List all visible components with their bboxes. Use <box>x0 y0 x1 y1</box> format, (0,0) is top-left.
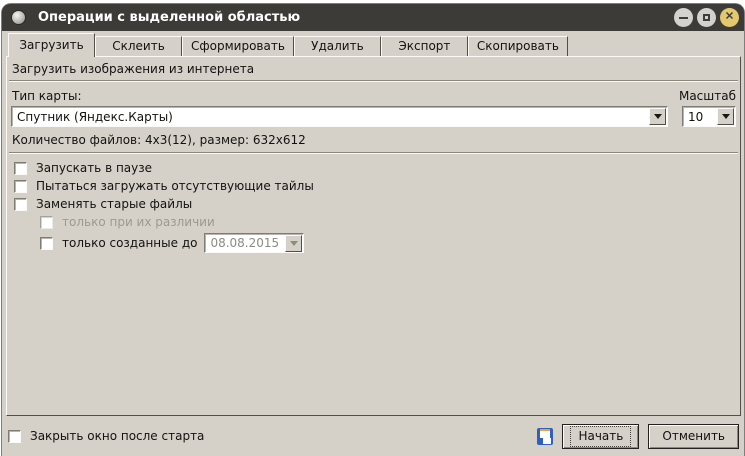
checkbox-only-created-before-label: только созданные до <box>62 236 197 250</box>
checkbox-start-paused-label: Запускать в паузе <box>36 161 152 175</box>
scale-label: Масштаб <box>679 89 736 103</box>
tab-delete[interactable]: Удалить <box>294 36 381 56</box>
start-button-label: Начать <box>570 426 631 447</box>
option-row: Запускать в паузе <box>14 161 738 175</box>
dialog-window: Операции с выделенной областью ✕ Загрузи… <box>2 4 744 456</box>
chevron-down-icon <box>654 114 662 119</box>
minimize-icon <box>679 17 688 19</box>
close-button[interactable]: ✕ <box>720 8 739 27</box>
tab-download[interactable]: Загрузить <box>8 33 95 57</box>
window-title: Операции с выделенной областью <box>38 10 674 25</box>
checkbox-only-created-before[interactable] <box>40 237 53 250</box>
option-row: Заменять старые файлы <box>14 197 738 211</box>
maximize-button[interactable] <box>697 8 716 27</box>
option-row: только при их различии <box>40 215 738 229</box>
checkbox-replace-old-files-label: Заменять старые файлы <box>36 197 192 211</box>
scale-dropdown-button[interactable] <box>717 108 734 125</box>
chevron-down-icon <box>722 114 730 119</box>
option-row: Пытаться загружать отсутствующие тайлы <box>14 179 738 193</box>
map-type-select[interactable]: Спутник (Яндекс.Карты) <box>11 106 668 127</box>
checkbox-start-paused[interactable] <box>14 162 27 175</box>
minimize-button[interactable] <box>674 8 693 27</box>
map-type-label: Тип карты: <box>12 89 82 103</box>
maximize-icon <box>703 14 710 21</box>
tab-export[interactable]: Экспорт <box>381 36 468 56</box>
checkbox-close-after-start-label: Закрыть окно после старта <box>30 429 204 443</box>
window-controls: ✕ <box>674 8 739 27</box>
cancel-button[interactable]: Отменить <box>648 424 739 449</box>
scale-value: 10 <box>683 110 716 124</box>
download-tab-page: Загрузить изображения из интернета Тип к… <box>6 56 741 416</box>
titlebar: Операции с выделенной областью ✕ <box>2 4 744 31</box>
footer-bar: Закрыть окно после старта Начать Отменит… <box>2 416 744 456</box>
options-list: Запускать в паузе Пытаться загружать отс… <box>9 161 738 253</box>
app-icon <box>12 11 25 24</box>
tab-copy[interactable]: Скопировать <box>468 36 568 56</box>
date-value: 08.08.2015 <box>205 236 284 250</box>
checkbox-download-missing-tiles[interactable] <box>14 180 27 193</box>
option-row: только созданные до 08.08.2015 <box>40 233 738 253</box>
separator <box>9 152 738 154</box>
start-button[interactable]: Начать <box>562 424 639 449</box>
section-header: Загрузить изображения из интернета <box>12 62 736 76</box>
tab-generate[interactable]: Сформировать <box>182 36 294 56</box>
tab-bar: Загрузить Склеить Сформировать Удалить Э… <box>2 31 744 56</box>
cancel-button-label: Отменить <box>651 426 736 447</box>
chevron-down-icon <box>290 241 298 246</box>
option-row: Закрыть окно после старта <box>8 429 204 443</box>
scale-select[interactable]: 10 <box>682 106 736 127</box>
map-type-value: Спутник (Яндекс.Карты) <box>12 110 648 124</box>
files-count-info: Количество файлов: 4x3(12), размер: 632x… <box>12 133 736 147</box>
close-icon: ✕ <box>725 12 734 23</box>
date-dropdown-button <box>285 235 302 252</box>
tab-merge[interactable]: Склеить <box>95 36 182 56</box>
checkbox-download-missing-tiles-label: Пытаться загружать отсутствующие тайлы <box>36 179 314 193</box>
date-select: 08.08.2015 <box>204 233 304 253</box>
checkbox-only-if-different <box>40 216 53 229</box>
save-settings-icon[interactable] <box>537 428 553 445</box>
checkbox-close-after-start[interactable] <box>8 430 21 443</box>
checkbox-replace-old-files[interactable] <box>14 198 27 211</box>
separator <box>9 80 738 82</box>
checkbox-only-if-different-label: только при их различии <box>62 215 215 229</box>
map-type-dropdown-button[interactable] <box>649 108 666 125</box>
